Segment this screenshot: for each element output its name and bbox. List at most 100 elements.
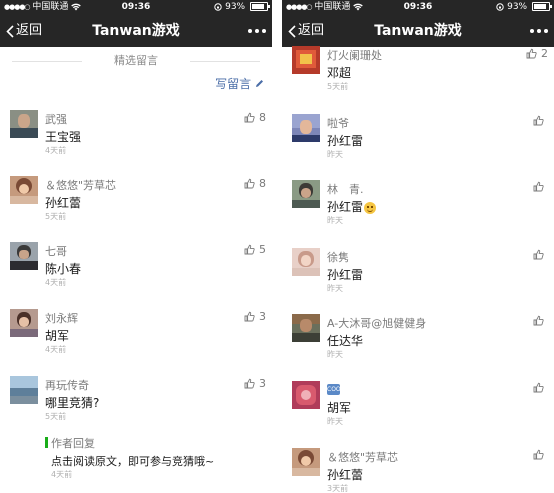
commenter-name: 灯火阑珊处: [327, 49, 382, 62]
smile-emoji-icon: [364, 201, 377, 214]
avatar[interactable]: [10, 309, 38, 337]
like-button[interactable]: 2: [526, 47, 548, 60]
comment-time: 5天前: [327, 82, 349, 91]
like-count: 8: [259, 177, 266, 190]
battery-percent: 93%: [225, 2, 246, 12]
comments-panel: 灯火阑珊处 邓超 5天前 2 啦爷 孙红雷 昨天 林 青. 孙红雷 昨天 徐隽 …: [282, 46, 554, 493]
comments-panel: 精选留言 写留言 武强 王宝强 4天前 8 ＆悠悠"芳草芯 孙红蕾 5天前 8 …: [0, 47, 272, 493]
like-button[interactable]: [533, 315, 548, 326]
like-button[interactable]: 3: [244, 310, 266, 323]
like-count: 2: [541, 47, 548, 60]
avatar[interactable]: [292, 180, 320, 208]
status-bar: ●●●●○ 中国联通 09:36 93%: [0, 0, 272, 15]
thumbs-up-icon: [244, 178, 255, 189]
avatar[interactable]: [292, 46, 320, 74]
commenter-name: ＆悠悠"芳草芯: [327, 451, 399, 464]
like-button[interactable]: [533, 382, 548, 393]
comment-time: 5天前: [45, 412, 67, 421]
avatar[interactable]: [10, 242, 38, 270]
screen-gap: [272, 0, 282, 493]
comment-time: 3天前: [327, 484, 349, 493]
comment-text: 任达华: [327, 334, 364, 348]
avatar[interactable]: [292, 381, 320, 409]
like-button[interactable]: 3: [244, 377, 266, 390]
thumbs-up-icon: [533, 449, 544, 460]
nav-bar: 返回 Tanwan游戏: [282, 15, 554, 47]
comment-text: 邓超: [327, 66, 352, 80]
like-button[interactable]: [533, 249, 548, 260]
comment-time: 昨天: [327, 284, 343, 293]
nav-title: Tanwan游戏: [374, 23, 462, 39]
cool-emoji-icon: COOL: [327, 383, 344, 395]
thumbs-up-icon: [526, 48, 537, 59]
like-button[interactable]: [533, 449, 548, 460]
avatar[interactable]: [292, 114, 320, 142]
author-reply: 作者回复 点击阅读原文，即可参与竞猜哦~ 4天前: [45, 435, 262, 485]
avatar[interactable]: [292, 448, 320, 476]
like-count: 3: [259, 377, 266, 390]
more-options-icon[interactable]: [527, 15, 548, 47]
comment-text: 哪里竞猜?: [45, 396, 100, 410]
thumbs-up-icon: [533, 115, 544, 126]
orientation-lock-icon: [496, 2, 504, 11]
avatar[interactable]: [10, 110, 38, 138]
battery-percent: 93%: [507, 2, 528, 12]
write-comment-link[interactable]: 写留言: [215, 75, 264, 92]
avatar[interactable]: [292, 314, 320, 342]
nav-bar: 返回 Tanwan游戏: [0, 15, 272, 47]
reply-label: 作者回复: [51, 437, 95, 450]
thumbs-up-icon: [244, 378, 255, 389]
comment-time: 4天前: [45, 278, 67, 287]
comment-time: 4天前: [45, 146, 67, 155]
comment-text: 王宝强: [45, 130, 82, 144]
reply-text: 点击阅读原文，即可参与竞猜哦~: [51, 455, 215, 468]
right-phone-screen: ●●●●○ 中国联通 09:36 93% 返回 Tanwan游戏 灯火阑珊处 邓…: [282, 0, 554, 493]
comment-time: 昨天: [327, 216, 343, 225]
commenter-name: A-大沐哥@旭健健身: [327, 317, 427, 330]
comment-text: 孙红雷: [327, 134, 364, 148]
more-options-icon[interactable]: [245, 15, 266, 47]
commenter-name: 七哥: [45, 245, 67, 258]
battery-icon: [532, 2, 552, 11]
comment-time: 昨天: [327, 417, 343, 426]
comment-time: 昨天: [327, 150, 343, 159]
nav-title: Tanwan游戏: [92, 23, 180, 39]
status-bar: ●●●●○ 中国联通 09:36 93%: [282, 0, 554, 15]
comment-text: 陈小春: [45, 262, 82, 276]
avatar[interactable]: [10, 376, 38, 404]
left-phone-screen: ●●●●○ 中国联通 09:36 93% 返回 Tanwan游戏 精选留言 写留…: [0, 0, 272, 493]
like-count: 3: [259, 310, 266, 323]
like-button[interactable]: [533, 181, 548, 192]
comment-text: 孙红雷: [327, 198, 377, 215]
thumbs-up-icon: [244, 244, 255, 255]
like-count: 8: [259, 111, 266, 124]
like-button[interactable]: [533, 115, 548, 126]
reply-time: 4天前: [51, 470, 73, 479]
commenter-name: 林 青.: [327, 183, 364, 196]
commenter-name-emoji: COOL: [327, 382, 344, 395]
commenter-name: 再玩传奇: [45, 379, 89, 392]
comment-time: 4天前: [45, 345, 67, 354]
commenter-name: 刘永辉: [45, 312, 78, 325]
commenter-name: 啦爷: [327, 117, 349, 130]
reply-accent-bar: [45, 437, 48, 448]
avatar[interactable]: [292, 248, 320, 276]
thumbs-up-icon: [533, 382, 544, 393]
comment-time: 昨天: [327, 350, 343, 359]
orientation-lock-icon: [214, 2, 222, 11]
section-title: 精选留言: [0, 47, 272, 75]
commenter-name: 徐隽: [327, 251, 349, 264]
thumbs-up-icon: [244, 311, 255, 322]
comment-text: 孙红雷: [327, 268, 364, 282]
like-button[interactable]: 8: [244, 177, 266, 190]
thumbs-up-icon: [533, 181, 544, 192]
comment-text: 孙红蕾: [45, 196, 82, 210]
like-button[interactable]: 8: [244, 111, 266, 124]
comment-text: 胡军: [327, 401, 352, 415]
comment-text: 胡军: [45, 329, 70, 343]
like-button[interactable]: 5: [244, 243, 266, 256]
commenter-name: ＆悠悠"芳草芯: [45, 179, 117, 192]
commenter-name: 武强: [45, 113, 67, 126]
avatar[interactable]: [10, 176, 38, 204]
thumbs-up-icon: [533, 249, 544, 260]
